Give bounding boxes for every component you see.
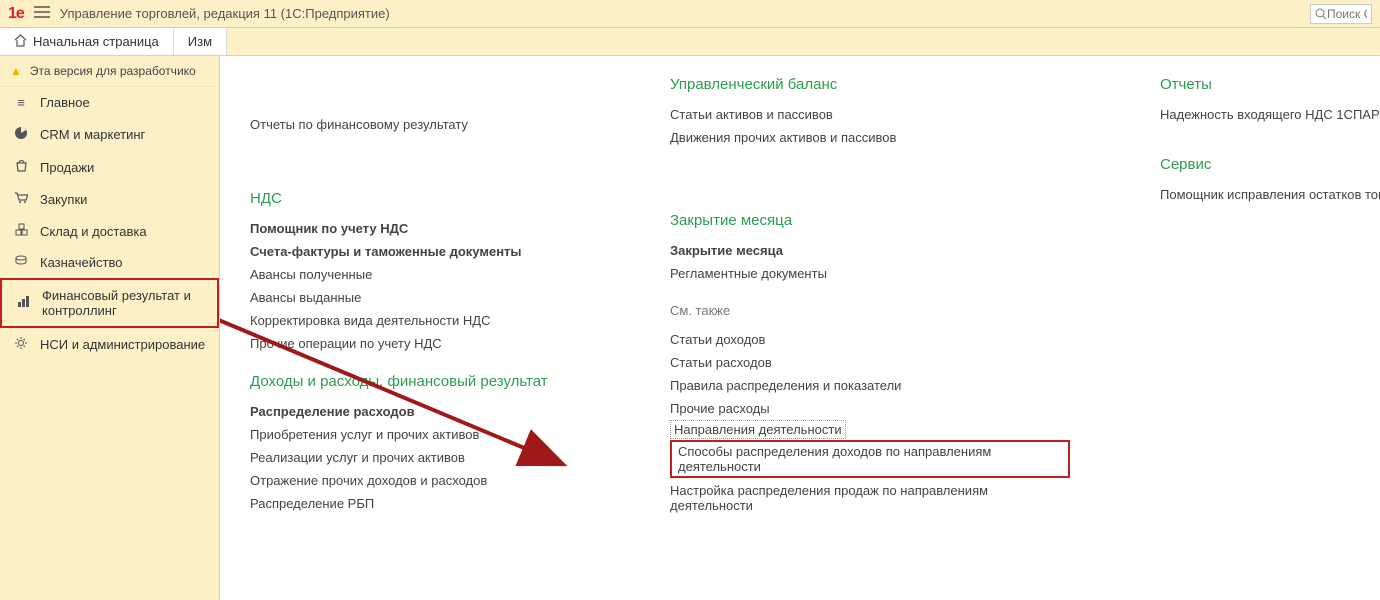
gear-icon	[12, 336, 30, 353]
nav-sales[interactable]: Продажи	[0, 151, 219, 183]
nav-label: CRM и маркетинг	[40, 127, 145, 142]
menu-link[interactable]: Помощник исправления остатков товаров ор…	[1160, 183, 1380, 206]
nav-crm[interactable]: CRM и маркетинг	[0, 118, 219, 151]
search-icon	[1315, 8, 1327, 20]
menu-link[interactable]: Направления деятельности	[670, 420, 846, 439]
menu-link[interactable]: Закрытие месяца	[670, 239, 1070, 262]
nav-label: Финансовый результат и контроллинг	[42, 288, 205, 318]
menu-link[interactable]: Движения прочих активов и пассивов	[670, 126, 1070, 149]
menu-link[interactable]: Статьи активов и пассивов	[670, 103, 1070, 126]
menu-link[interactable]: Регламентные документы	[670, 262, 1070, 285]
tab-label: Начальная страница	[33, 34, 159, 49]
warning-text: Эта версия для разработчико	[30, 64, 196, 78]
menu-link[interactable]: Распределение РБП	[250, 492, 580, 515]
menu-link[interactable]: Приобретения услуг и прочих активов	[250, 423, 580, 446]
menu-link[interactable]: Реализации услуг и прочих активов	[250, 446, 580, 469]
list-icon: ≡	[12, 95, 30, 110]
nav-label: Продажи	[40, 160, 94, 175]
chart-icon	[14, 295, 32, 311]
section-nds[interactable]: НДС	[250, 190, 580, 207]
nav-main[interactable]: ≡ Главное	[0, 87, 219, 118]
nav-label: НСИ и администрирование	[40, 337, 205, 352]
menu-link[interactable]: Отражение прочих доходов и расходов	[250, 469, 580, 492]
nav-warehouse[interactable]: Склад и доставка	[0, 215, 219, 247]
section-service[interactable]: Сервис	[1160, 156, 1380, 173]
hamburger-icon[interactable]	[34, 6, 50, 21]
menu-link[interactable]: Статьи доходов	[670, 328, 1070, 351]
boxes-icon	[12, 223, 30, 239]
section-close-month[interactable]: Закрытие месяца	[670, 212, 1070, 229]
menu-link[interactable]: Авансы выданные	[250, 286, 580, 309]
home-icon	[14, 34, 27, 50]
menu-link[interactable]: Распределение расходов	[250, 400, 580, 423]
menu-link[interactable]: Правила распределения и показатели	[670, 374, 1070, 397]
bag-icon	[12, 159, 30, 175]
top-bar: 1e Управление торговлей, редакция 11 (1С…	[0, 0, 1380, 28]
nav-label: Казначейство	[40, 255, 122, 270]
section-income-expense[interactable]: Доходы и расходы, финансовый результат	[250, 373, 580, 390]
logo-1c: 1e	[8, 5, 24, 23]
tab-home[interactable]: Начальная страница	[0, 28, 174, 55]
nav-label: Склад и доставка	[40, 224, 147, 239]
warning-icon: ▲	[10, 64, 22, 78]
coins-icon	[12, 255, 30, 270]
section-reports[interactable]: Отчеты	[1160, 76, 1380, 93]
tab-label: Изм	[188, 34, 212, 49]
nav-treasury[interactable]: Казначейство	[0, 247, 219, 278]
section-balance[interactable]: Управленческий баланс	[670, 76, 1070, 93]
menu-link[interactable]: Корректировка вида деятельности НДС	[250, 309, 580, 332]
nav-label: Закупки	[40, 192, 87, 207]
menu-link[interactable]: Статьи расходов	[670, 351, 1070, 374]
menu-link[interactable]: Прочие операции по учету НДС	[250, 332, 580, 355]
menu-link[interactable]: Настройка распределения продаж по направ…	[670, 479, 1070, 517]
content-area: Отчеты по финансовому результату НДС Пом…	[220, 56, 1380, 600]
menu-link[interactable]: Способы распределения доходов по направл…	[670, 440, 1070, 478]
tabs-bar: Начальная страница Изм	[0, 28, 1380, 56]
search-input[interactable]	[1327, 7, 1367, 21]
nav-label: Главное	[40, 95, 90, 110]
menu-link[interactable]: Счета-фактуры и таможенные документы	[250, 240, 580, 263]
app-title: Управление торговлей, редакция 11 (1С:Пр…	[60, 6, 390, 21]
pie-icon	[12, 126, 30, 143]
section-see-also: См. также	[670, 303, 1070, 318]
cart-icon	[12, 191, 30, 207]
link-finance-reports[interactable]: Отчеты по финансовому результату	[250, 113, 468, 136]
menu-link[interactable]: Надежность входящего НДС 1СПАРК Риски	[1160, 103, 1380, 126]
tab-secondary[interactable]: Изм	[174, 28, 227, 55]
menu-link[interactable]: Авансы полученные	[250, 263, 580, 286]
menu-link[interactable]: Прочие расходы	[670, 397, 1070, 420]
nav-nsi-admin[interactable]: НСИ и администрирование	[0, 328, 219, 361]
search-box[interactable]	[1310, 4, 1372, 24]
nav-finance-result[interactable]: Финансовый результат и контроллинг	[0, 278, 219, 328]
sidebar: ▲ Эта версия для разработчико ≡ Главное …	[0, 56, 220, 600]
version-warning: ▲ Эта версия для разработчико	[0, 56, 219, 87]
nav-purchases[interactable]: Закупки	[0, 183, 219, 215]
menu-link[interactable]: Помощник по учету НДС	[250, 217, 580, 240]
